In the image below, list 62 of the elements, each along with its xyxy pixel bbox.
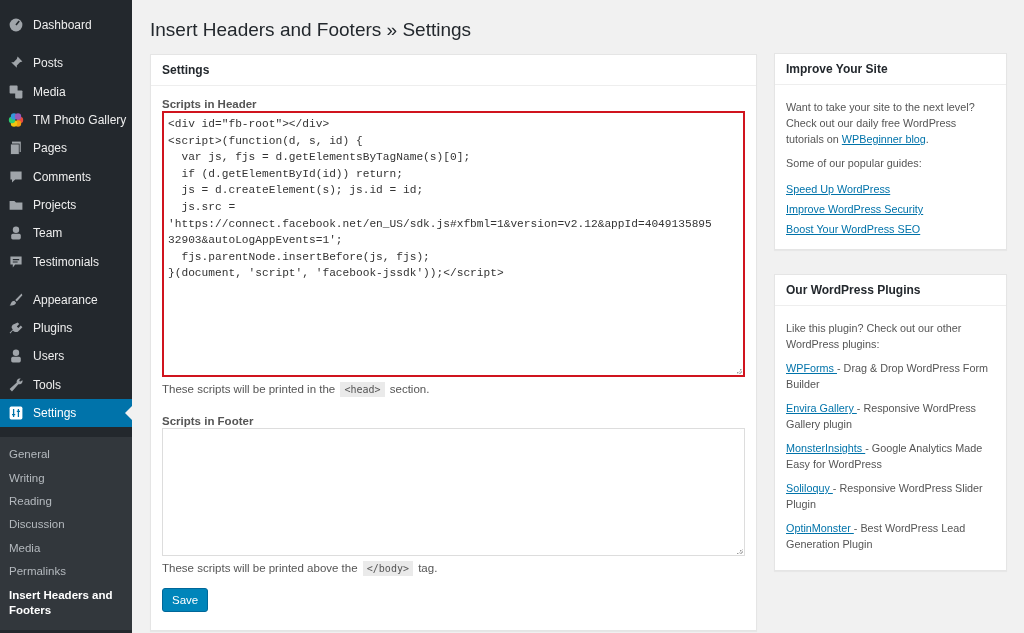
panel-title: Settings <box>151 55 756 86</box>
box-title: Our WordPress Plugins <box>775 275 1006 306</box>
box-title: Improve Your Site <box>775 54 1006 85</box>
media-icon <box>8 83 24 100</box>
submenu-item[interactable]: Writing <box>0 466 132 490</box>
intro-text: Like this plugin? Check out our other WordPress plugins: <box>786 321 963 352</box>
submenu-item[interactable]: Insert Headers and Footers <box>0 583 132 623</box>
guides-intro: Some of our popular guides: <box>786 156 923 171</box>
menu-item[interactable]: Settings <box>0 398 132 428</box>
code-textarea[interactable]: <div id="fb-root"></div> <script>(function(d, s, id) { var js, fjs = d.getElementsByTagName(s)[0]; if (d.getElementById(id)) return; js = d.createElement(s); js.id = id; js.src = 'https://connect.facebook.net/en_US/sdk.js#xfbml=1&version=v2.12&appId=4049135895 32903&autoLogAppEvents=1'; fjs.parentNode.insertBefore(js, fjs); }(document, 'script', 'facebook-jssdk'));</script> <box>162 111 745 377</box>
plugin-link[interactable]: OptinMonster <box>786 522 854 534</box>
submenu-item[interactable]: Media <box>0 536 132 561</box>
menu-item[interactable]: Pages <box>0 134 132 163</box>
pages-icon <box>8 140 24 157</box>
page-title: Insert Headers and Footers » Settings <box>150 19 473 41</box>
person-icon <box>8 225 24 242</box>
menu-item[interactable]: Users <box>0 342 132 371</box>
submenu-item[interactable]: Discussion <box>0 513 132 537</box>
flower-icon <box>8 112 24 129</box>
field-label: Scripts in Header <box>162 98 258 110</box>
menu-item[interactable]: Dashboard <box>0 11 132 40</box>
menu-item[interactable]: Projects <box>0 190 132 220</box>
brush-icon <box>8 291 24 308</box>
resize-grip-icon[interactable] <box>737 548 743 554</box>
menu-item[interactable]: TM Photo Gallery <box>0 105 132 135</box>
plugin-description: WPForms - Drag & Drop WordPress Form Builder <box>786 361 989 392</box>
resize-grip-icon[interactable] <box>736 368 742 374</box>
menu-item[interactable]: Tools <box>0 370 132 399</box>
menu-item[interactable]: Comments <box>0 162 132 191</box>
comment-lines-icon <box>8 253 24 270</box>
plugin-description: Soliloquy - Responsive WordPress Slider Plugin <box>786 481 984 512</box>
person-icon <box>8 348 24 365</box>
wrench-icon <box>8 376 24 393</box>
plugin-link[interactable]: MonsterInsights <box>786 442 866 454</box>
menu-item[interactable]: Appearance <box>0 285 132 314</box>
menu-item[interactable]: Posts <box>0 49 132 78</box>
guide-link[interactable]: Improve WordPress Security <box>786 203 924 215</box>
blog-link[interactable]: WPBeginner blog <box>841 133 926 145</box>
menu-pointer-icon <box>125 405 132 420</box>
menu-item[interactable]: Media <box>0 77 132 106</box>
guide-link[interactable]: Speed Up WordPress <box>786 183 891 195</box>
submenu-item[interactable]: Reading <box>0 489 132 514</box>
field-label: Scripts in Footer <box>162 415 255 427</box>
plugin-description: OptinMonster - Best WordPress Lead Generation Plugin <box>786 521 967 552</box>
hint-text: These scripts will be printed in the <head> section. <box>162 383 431 395</box>
plugin-description: MonsterInsights - Google Analytics Made Easy for WordPress <box>786 441 984 472</box>
hint-text: These scripts will be printed above the </body> tag. <box>162 562 439 574</box>
plugin-link[interactable]: Soliloquy <box>786 482 833 494</box>
intro-text: Want to take your site to the next level? Check out our daily free WordPress tutorials on WPBeginner blog. <box>786 100 976 147</box>
guide-link[interactable]: Boost Your WordPress SEO <box>786 223 921 235</box>
submenu-item[interactable]: Permalinks <box>0 560 132 584</box>
submenu-item[interactable]: General <box>0 443 132 467</box>
sliders-icon <box>8 405 24 421</box>
plugin-link[interactable]: Envira Gallery <box>786 402 857 414</box>
plugin-link[interactable]: WPForms <box>786 362 837 374</box>
gauge-icon <box>8 17 24 34</box>
menu-item[interactable]: Plugins <box>0 313 132 343</box>
menu-item[interactable]: Testimonials <box>0 247 132 276</box>
menu-item[interactable]: Team <box>0 219 132 248</box>
speech-bubble-icon <box>8 168 24 185</box>
plugin-description: Envira Gallery - Responsive WordPress Gallery plugin <box>786 401 978 432</box>
save-button[interactable]: Save <box>162 588 209 612</box>
